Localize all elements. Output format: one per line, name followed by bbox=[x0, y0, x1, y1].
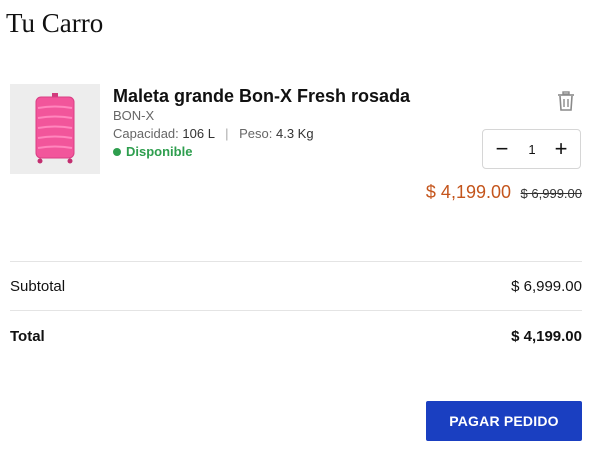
subtotal-value: $ 6,999.00 bbox=[511, 278, 582, 295]
original-price: $ 6,999.00 bbox=[520, 186, 582, 201]
quantity-stepper[interactable]: − 1 + bbox=[482, 129, 581, 169]
weight-label: Peso: bbox=[239, 126, 273, 141]
product-name[interactable]: Maleta grande Bon-X Fresh rosada bbox=[113, 86, 410, 107]
delete-item-button[interactable] bbox=[555, 90, 577, 112]
sale-price: $ 4,199.00 bbox=[425, 182, 511, 202]
subtotal-label: Subtotal bbox=[10, 278, 66, 295]
capacity-label: Capacidad: bbox=[113, 126, 179, 141]
page-title: Tu Carro bbox=[6, 8, 104, 38]
specs-separator: | bbox=[225, 126, 229, 141]
availability-label: Disponible bbox=[126, 144, 193, 159]
pink-suitcase-image bbox=[35, 93, 75, 164]
trash-icon bbox=[558, 91, 574, 111]
increase-quantity-button[interactable]: + bbox=[545, 130, 577, 168]
availability-status: Disponible bbox=[113, 144, 192, 159]
divider bbox=[10, 261, 582, 262]
product-specs: Capacidad: 106 L | Peso: 4.3 Kg bbox=[113, 126, 314, 141]
status-dot-icon bbox=[113, 148, 121, 156]
product-brand: BON-X bbox=[113, 108, 155, 123]
capacity-value: 106 L bbox=[182, 126, 215, 141]
checkout-button[interactable]: PAGAR PEDIDO bbox=[426, 401, 582, 441]
total-label: Total bbox=[10, 328, 45, 345]
total-value: $ 4,199.00 bbox=[511, 328, 582, 345]
weight-value: 4.3 Kg bbox=[275, 126, 314, 141]
product-image[interactable] bbox=[10, 84, 100, 174]
decrease-quantity-button[interactable]: − bbox=[486, 130, 518, 168]
quantity-value[interactable]: 1 bbox=[518, 130, 546, 168]
divider bbox=[10, 310, 582, 311]
